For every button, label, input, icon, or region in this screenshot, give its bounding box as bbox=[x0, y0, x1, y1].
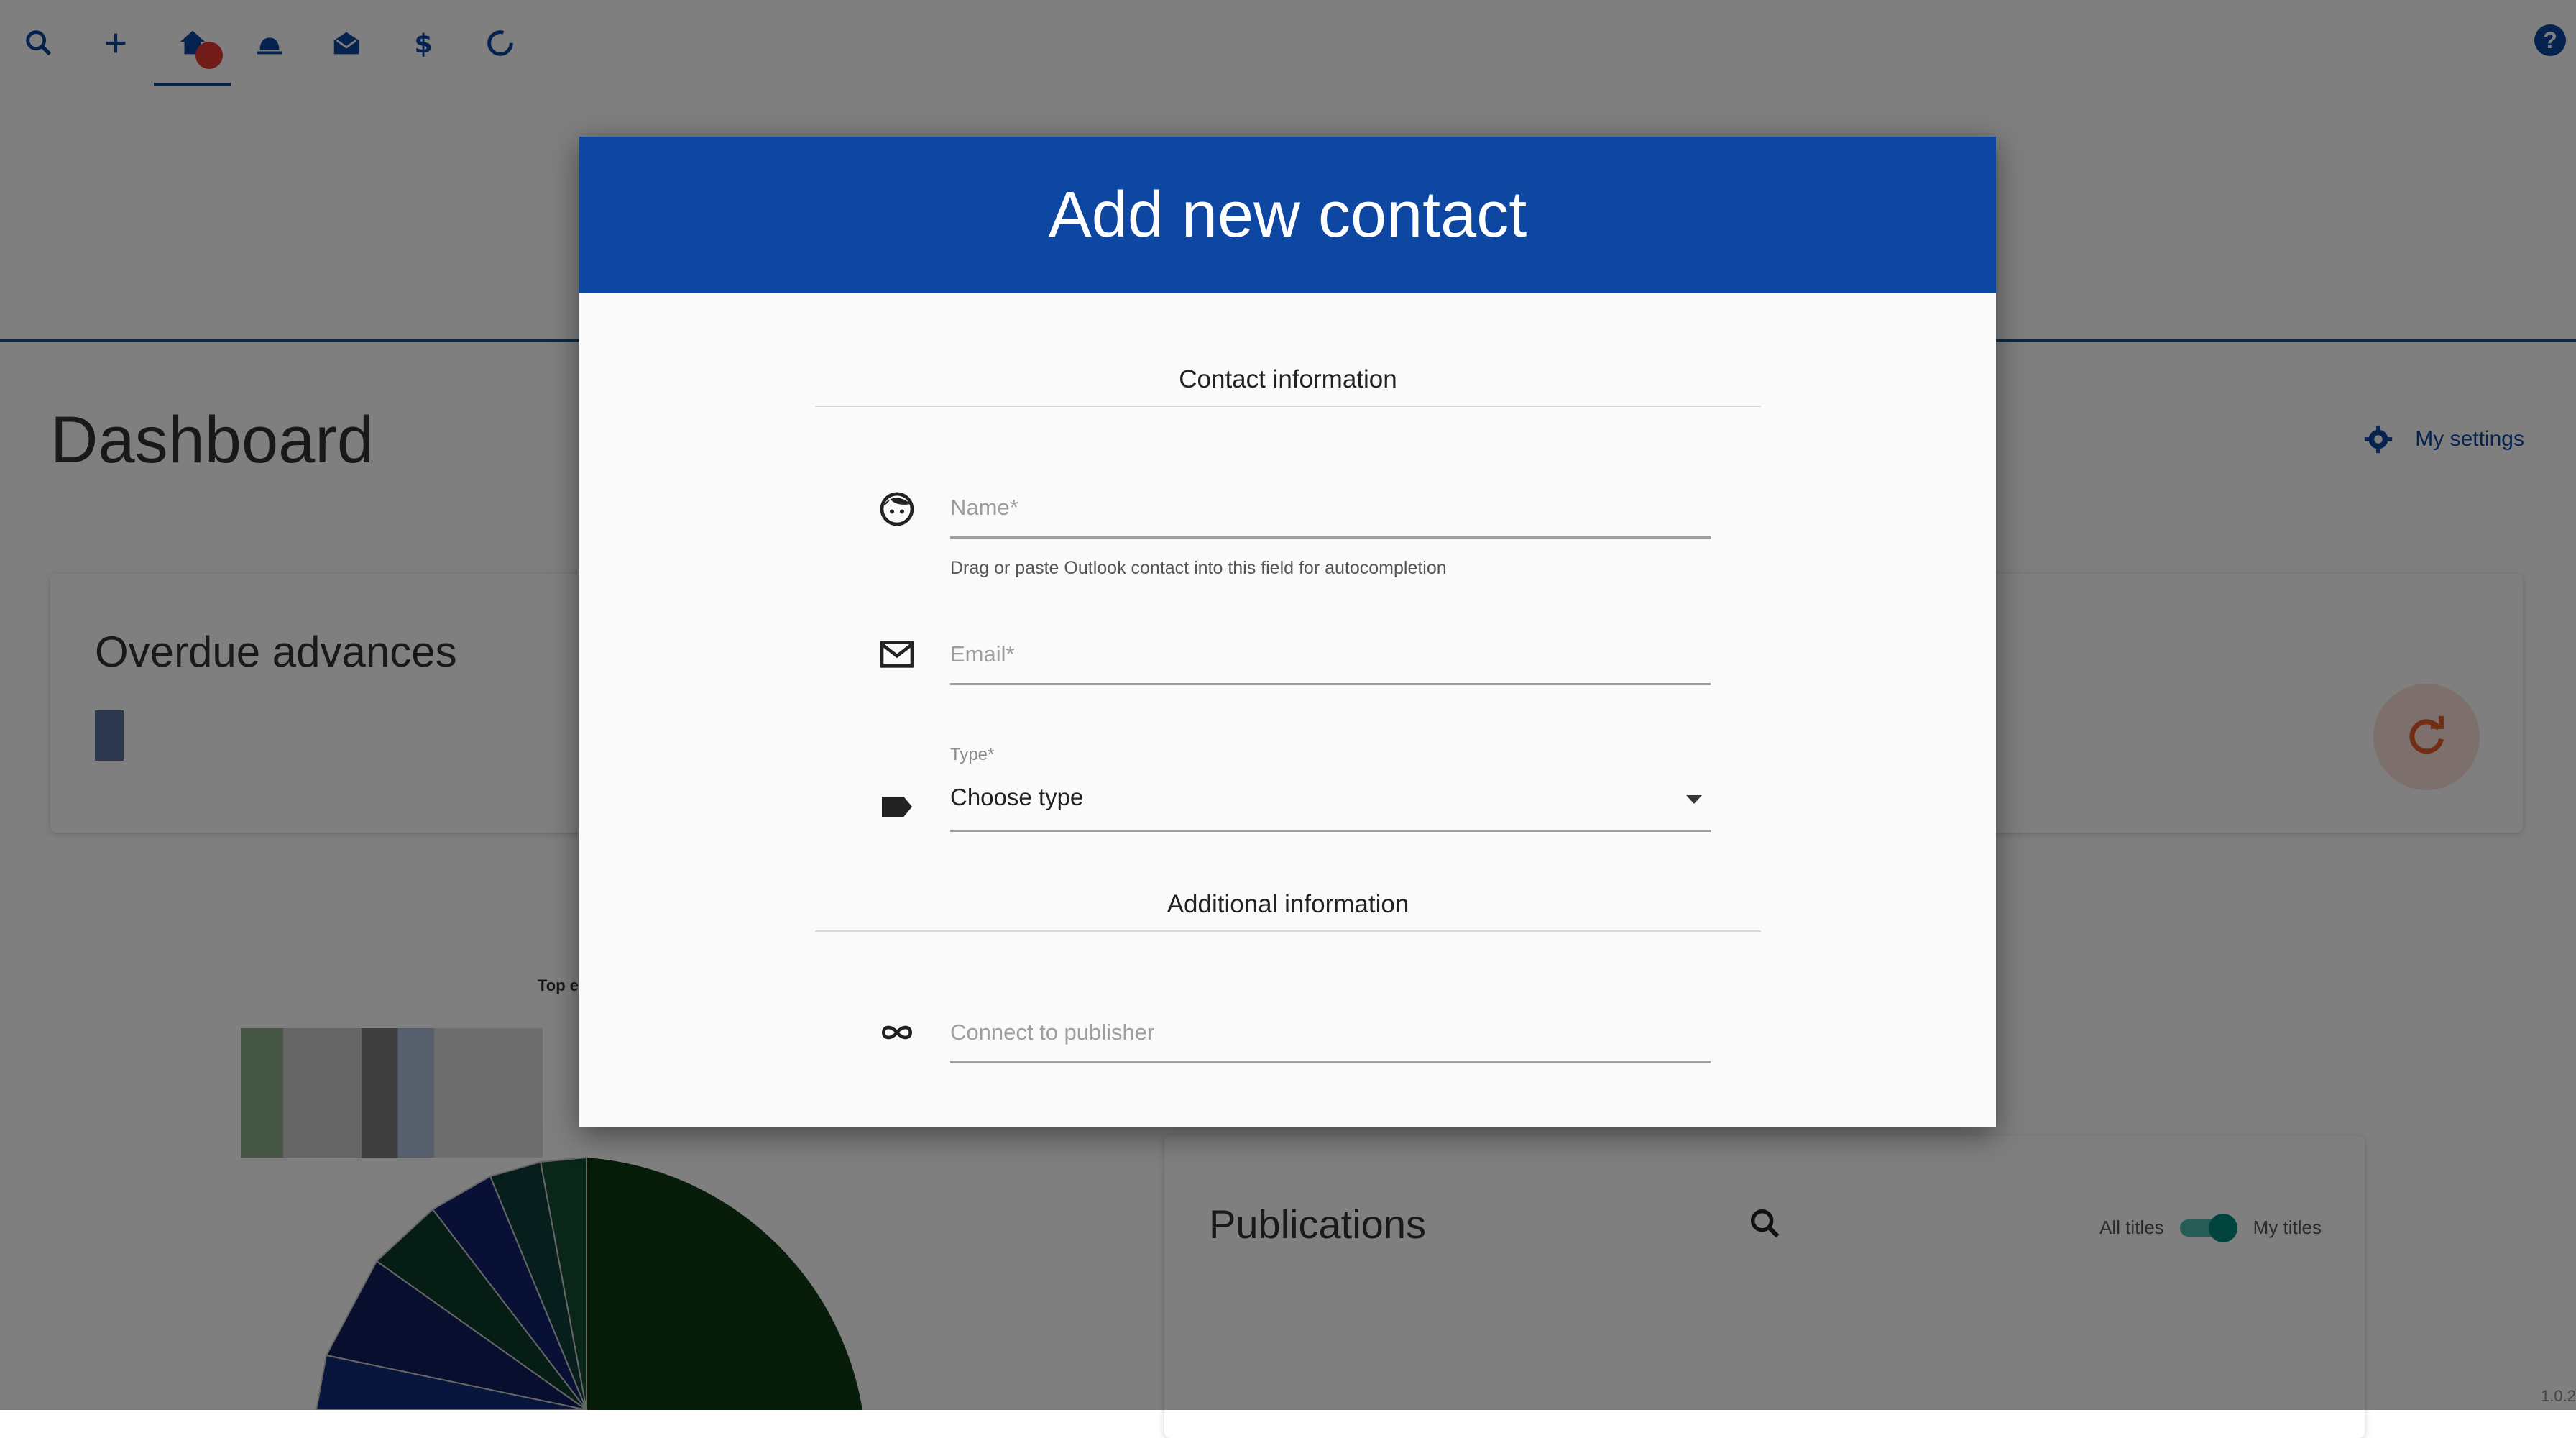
email-placeholder: Email* bbox=[950, 641, 1015, 667]
publisher-field[interactable]: Connect to publisher bbox=[950, 999, 1711, 1063]
email-row: Email* bbox=[877, 621, 1711, 707]
contact-information-heading: Contact information bbox=[815, 365, 1761, 407]
link-icon bbox=[877, 1012, 917, 1053]
dialog-header: Add new contact bbox=[579, 137, 1996, 293]
email-field[interactable]: Email* bbox=[950, 621, 1711, 685]
name-hint: Drag or paste Outlook contact into this … bbox=[950, 558, 1447, 578]
type-select[interactable]: Type* Choose type bbox=[950, 745, 1711, 832]
type-row: Type* Choose type bbox=[877, 745, 1711, 832]
dialog-title: Add new contact bbox=[1048, 178, 1527, 251]
chevron-down-icon bbox=[1686, 795, 1702, 804]
publisher-row: Connect to publisher bbox=[877, 999, 1711, 1086]
name-placeholder: Name* bbox=[950, 495, 1018, 520]
name-field[interactable]: Name* bbox=[950, 475, 1711, 539]
name-row: Name* Drag or paste Outlook contact into… bbox=[877, 475, 1711, 578]
additional-information-heading: Additional information bbox=[815, 890, 1761, 932]
face-icon bbox=[877, 489, 917, 529]
publisher-placeholder: Connect to publisher bbox=[950, 1020, 1155, 1045]
mail-outline-icon bbox=[877, 634, 917, 674]
type-value: Choose type bbox=[950, 784, 1084, 810]
add-contact-dialog: Add new contact Contact information Name… bbox=[579, 137, 1996, 1127]
label-icon bbox=[877, 787, 917, 827]
type-label: Type* bbox=[950, 745, 995, 764]
